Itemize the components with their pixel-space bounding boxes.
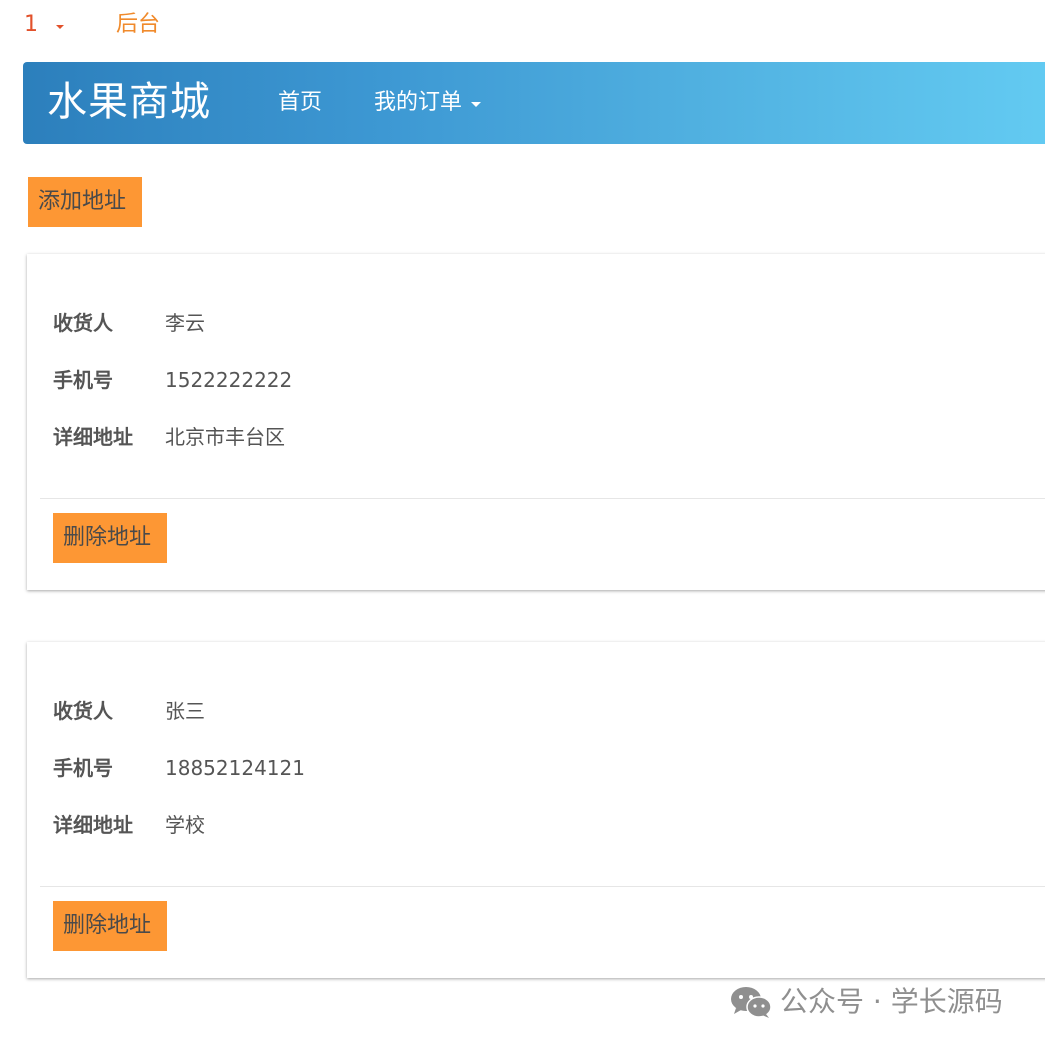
- admin-link[interactable]: 后台: [116, 10, 160, 40]
- receiver-label: 收货人: [53, 699, 113, 723]
- phone-value: 1522222222: [165, 368, 293, 392]
- chevron-down-icon: [56, 25, 64, 29]
- card-divider: [40, 498, 1045, 499]
- phone-label: 手机号: [53, 756, 113, 780]
- delete-address-button[interactable]: 删除地址: [53, 901, 167, 951]
- add-address-button[interactable]: 添加地址: [28, 177, 142, 227]
- receiver-row: 收货人 李云: [53, 309, 205, 337]
- receiver-label: 收货人: [53, 311, 113, 335]
- nav-my-orders-label: 我的订单: [374, 90, 463, 115]
- address-card: 收货人 李云 手机号 1522222222 详细地址 北京市丰台区 删除地址: [27, 254, 1045, 590]
- top-strip: 1 后台: [0, 0, 1045, 52]
- watermark-text: 公众号 · 学长源码: [780, 985, 1003, 1018]
- receiver-value: 张三: [165, 699, 205, 723]
- detail-address-row: 详细地址 北京市丰台区: [53, 423, 285, 451]
- user-name: 1: [24, 12, 38, 37]
- brand-logo[interactable]: 水果商城: [47, 76, 211, 128]
- detail-address-label: 详细地址: [53, 425, 133, 449]
- phone-row: 手机号 1522222222: [53, 366, 292, 394]
- detail-address-value: 学校: [165, 813, 205, 837]
- receiver-row: 收货人 张三: [53, 697, 205, 725]
- nav-my-orders[interactable]: 我的订单: [374, 88, 482, 118]
- chevron-down-icon: [471, 101, 482, 107]
- user-dropdown[interactable]: 1: [24, 10, 64, 40]
- watermark: 公众号 · 学长源码: [730, 984, 1003, 1020]
- phone-value: 18852124121: [165, 756, 305, 780]
- navbar: 水果商城 首页 我的订单: [23, 62, 1045, 144]
- detail-address-label: 详细地址: [53, 813, 133, 837]
- phone-row: 手机号 18852124121: [53, 754, 305, 782]
- receiver-value: 李云: [165, 311, 205, 335]
- detail-address-row: 详细地址 学校: [53, 811, 205, 839]
- detail-address-value: 北京市丰台区: [165, 425, 285, 449]
- phone-label: 手机号: [53, 368, 113, 392]
- nav-home[interactable]: 首页: [278, 88, 322, 118]
- address-card: 收货人 张三 手机号 18852124121 详细地址 学校 删除地址: [27, 642, 1045, 978]
- wechat-icon: [731, 987, 772, 1018]
- delete-address-button[interactable]: 删除地址: [53, 513, 167, 563]
- card-divider: [40, 886, 1045, 887]
